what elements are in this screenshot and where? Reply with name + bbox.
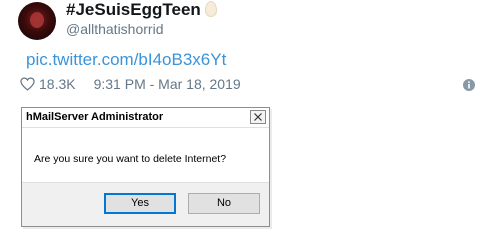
tweet-meta-row: 18.3K 9:31 PM - Mar 18, 2019 <box>20 76 241 92</box>
heart-icon[interactable] <box>20 77 35 91</box>
dialog-button-bar: Yes No <box>22 182 269 226</box>
tweet-media-link[interactable]: pic.twitter.com/bI4oB3x6Yt <box>26 50 226 70</box>
dialog-title: hMailServer Administrator <box>26 111 164 123</box>
avatar[interactable] <box>18 2 56 40</box>
display-name-text[interactable]: #JeSuisEggTeen <box>66 0 201 19</box>
egg-emoji-icon <box>204 1 217 17</box>
tweet-author-handle[interactable]: @allthatishorrid <box>66 21 163 37</box>
dialog-message: Are you sure you want to delete Internet… <box>34 153 227 165</box>
like-count[interactable]: 18.3K <box>39 76 76 92</box>
tweet-author-name[interactable]: #JeSuisEggTeen <box>66 0 217 20</box>
confirm-dialog: hMailServer Administrator Are you sure y… <box>21 107 270 227</box>
yes-button[interactable]: Yes <box>104 193 176 214</box>
no-button[interactable]: No <box>188 193 260 214</box>
info-icon[interactable] <box>463 79 475 91</box>
close-icon[interactable] <box>250 110 266 124</box>
dialog-titlebar[interactable]: hMailServer Administrator <box>22 108 269 128</box>
tweet-timestamp[interactable]: 9:31 PM - Mar 18, 2019 <box>94 76 241 92</box>
